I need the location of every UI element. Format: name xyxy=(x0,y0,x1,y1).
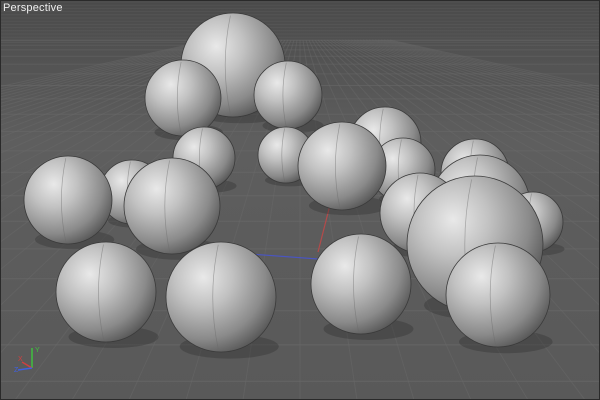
viewport-scene[interactable]: Y Z X xyxy=(0,0,600,400)
sphere-surface[interactable] xyxy=(165,241,277,353)
gizmo-y-label: Y xyxy=(35,347,40,354)
gizmo-z-label: Z xyxy=(14,367,19,374)
sphere-surface[interactable] xyxy=(23,155,113,245)
sphere-surface[interactable] xyxy=(297,121,387,211)
sphere-surface[interactable] xyxy=(253,60,323,130)
view-mode-label[interactable]: Perspective xyxy=(3,2,63,14)
sphere-surface[interactable] xyxy=(310,233,412,335)
sphere-surface[interactable] xyxy=(445,242,551,348)
gizmo-x-label: X xyxy=(18,356,23,363)
perspective-viewport[interactable]: Y Z X Perspective xyxy=(0,0,600,400)
sphere-surface[interactable] xyxy=(144,59,222,137)
sphere-surface[interactable] xyxy=(55,241,157,343)
sphere-surface[interactable] xyxy=(123,157,221,255)
